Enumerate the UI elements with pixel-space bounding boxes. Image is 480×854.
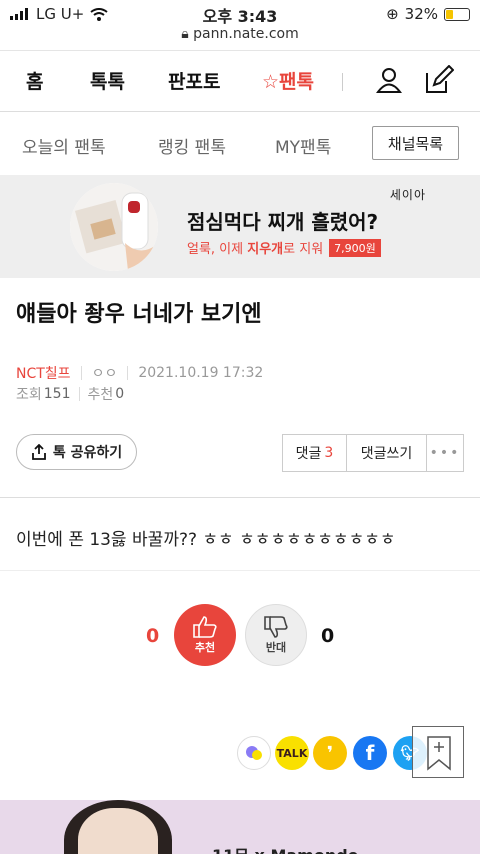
subnav-today-fantalk[interactable]: 오늘의 팬톡 xyxy=(22,133,106,158)
likes-label: 추천 xyxy=(87,387,114,403)
downvote-label: 반대 xyxy=(265,641,287,654)
sub-nav: 오늘의 팬톡 랭킹 팬톡 MY팬톡 채널목록 xyxy=(0,112,480,176)
ad-product-image xyxy=(70,183,158,271)
bottom-ad-text: 11ᄆ x Mamonde xyxy=(212,842,359,854)
comments-count: 3 xyxy=(324,445,334,461)
battery-icon xyxy=(444,7,470,21)
more-icon[interactable]: ••• xyxy=(427,435,463,471)
divider xyxy=(0,570,480,571)
ad-sub-suffix: 로 지워 xyxy=(283,242,324,257)
likes-count: 0 xyxy=(115,386,125,402)
upvote-count: 0 xyxy=(146,625,160,647)
bookmark-add-icon xyxy=(427,736,451,771)
url-bar[interactable]: 🔒︎ pann.nate.com xyxy=(0,26,480,42)
views-label: 조회 xyxy=(16,387,42,403)
lock-icon: 🔒︎ xyxy=(181,26,189,42)
meta-divider xyxy=(78,387,80,401)
kakaopage-share-icon[interactable]: ❜ xyxy=(313,736,347,770)
kakaotalk-share-icon[interactable]: TALK xyxy=(275,736,309,770)
post-meta-stats: 조회 151 추천 0 xyxy=(16,384,124,404)
status-right: ⊕ 32% xyxy=(386,5,470,23)
subnav-ranking-fantalk[interactable]: 랭킹 팬톡 xyxy=(158,133,226,158)
author-channel[interactable]: NCT칠프 xyxy=(16,363,71,383)
comments-button[interactable]: 댓글 3 xyxy=(283,435,347,471)
facebook-share-icon[interactable]: f xyxy=(353,736,387,770)
subnav-my-fantalk[interactable]: MY팬톡 xyxy=(275,133,331,158)
post-body: 이번에 폰 13읋 바꿀까?? ㅎㅎ ㅎㅎㅎㅎㅎㅎㅎㅎㅎㅎ xyxy=(16,530,396,550)
ad-headline: 점심먹다 찌개 흘렸어? xyxy=(187,210,379,234)
url-text: pann.nate.com xyxy=(193,26,299,42)
stain-remover-icon xyxy=(70,183,158,271)
downvote-button[interactable]: 반대 xyxy=(245,604,307,666)
views-count: 151 xyxy=(43,386,71,402)
nav-divider xyxy=(342,73,343,91)
status-bar: LG U+ 오후 3:43 🔒︎ pann.nate.com ⊕ 32% xyxy=(0,0,480,50)
main-nav: 홈 톡톡 판포토 ☆팬톡 xyxy=(0,50,480,112)
divider xyxy=(0,497,480,498)
tab-home[interactable]: 홈 xyxy=(26,67,43,94)
upvote-button[interactable]: 추천 xyxy=(174,604,236,666)
downvote-count: 0 xyxy=(321,625,335,647)
tab-toktok[interactable]: 톡톡 xyxy=(90,67,125,94)
thumbs-down-icon xyxy=(264,616,288,638)
comments-label: 댓글 xyxy=(295,446,322,462)
user-icon[interactable] xyxy=(374,65,404,95)
share-button[interactable]: 톡 공유하기 xyxy=(16,434,137,470)
ad-price-badge: 7,900원 xyxy=(329,238,381,257)
rotation-lock-icon: ⊕ xyxy=(386,5,399,23)
kakaostory-share-icon[interactable] xyxy=(237,736,271,770)
ad-banner[interactable]: 세이아 점심먹다 찌개 흘렸어? 얼룩, 이제 지우개로 지워 7,900원 xyxy=(0,176,480,278)
bottom-ad-banner[interactable]: 11ᄆ x Mamonde xyxy=(0,800,480,854)
post-meta-author: NCT칠프 ㅇㅇ 2021.10.19 17:32 xyxy=(16,363,263,383)
meta-divider xyxy=(80,366,82,380)
author-name: ㅇㅇ xyxy=(91,366,118,382)
tab-fantalk[interactable]: ☆팬톡 xyxy=(262,67,314,94)
tab-panphoto[interactable]: 판포토 xyxy=(168,67,220,94)
write-comment-button[interactable]: 댓글쓰기 xyxy=(347,435,427,471)
share-icon xyxy=(31,444,46,460)
share-label: 톡 공유하기 xyxy=(52,445,123,461)
upvote-label: 추천 xyxy=(194,641,216,654)
ad-sub-bold: 지우개 xyxy=(247,242,284,257)
write-icon[interactable] xyxy=(424,65,454,95)
ad-subline: 얼룩, 이제 지우개로 지워 7,900원 xyxy=(187,238,381,257)
battery-fill xyxy=(446,9,453,19)
ad-brand: 세이아 xyxy=(389,188,426,202)
channel-list-button[interactable]: 채널목록 xyxy=(372,126,459,160)
battery-percent: 32% xyxy=(404,5,438,23)
post-title: 얘들아 좡우 너네가 보기엔 xyxy=(16,302,262,327)
post-actions: 댓글 3 댓글쓰기 ••• xyxy=(282,434,464,472)
ad-sub-prefix: 얼룩, 이제 xyxy=(187,242,248,257)
bookmark-button[interactable] xyxy=(412,726,464,778)
meta-divider xyxy=(127,366,129,380)
thumbs-up-icon xyxy=(193,616,217,638)
post-date: 2021.10.19 17:32 xyxy=(138,365,264,381)
